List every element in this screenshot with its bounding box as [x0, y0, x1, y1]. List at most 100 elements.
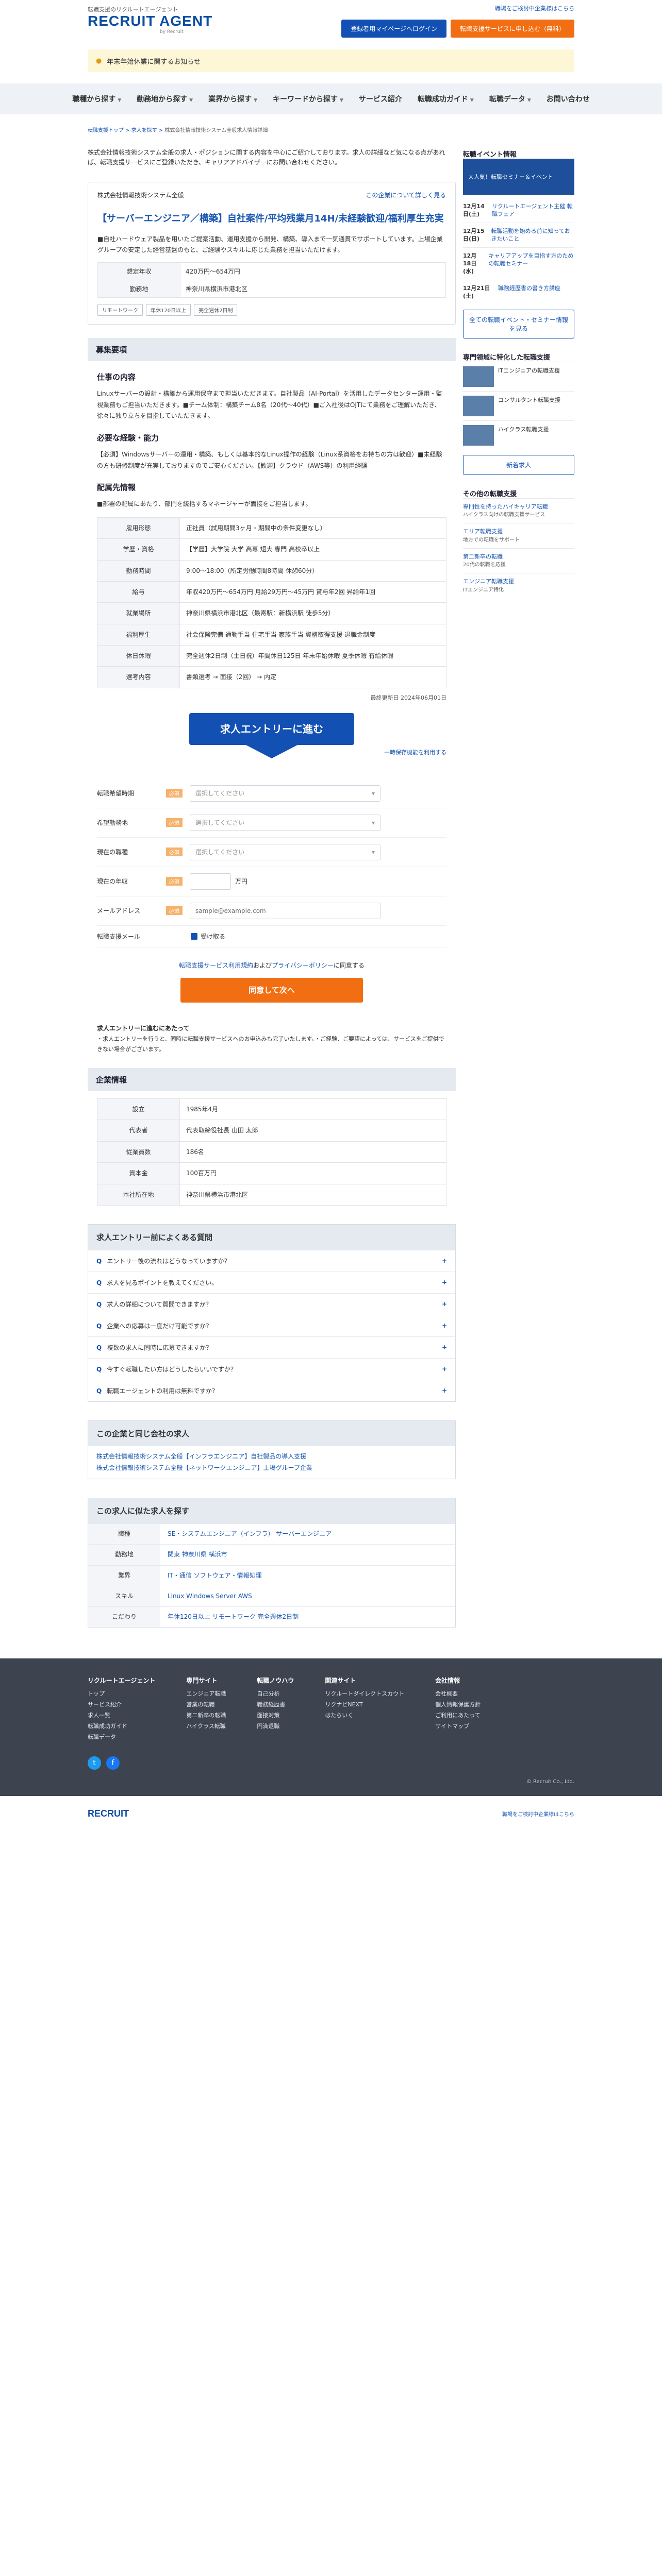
faq-item[interactable]: 今すぐ転職したい方はどうしたらいいですか？+: [88, 1358, 455, 1380]
table-row: 設立 1985年4月: [97, 1098, 446, 1121]
agree-text: 転職支援サービス利用規約およびプライバシーポリシーに同意する: [179, 961, 365, 969]
table-row: 休日休暇 完全週休2日制（土日祝）年間休日125日 年末年始休暇 夏季休暇 有給休…: [97, 645, 446, 667]
faq-item[interactable]: 転職エージェントの利用は無料ですか？+: [88, 1379, 455, 1401]
list-item[interactable]: 株式会社情報技術システム全般【インフラエンジニア】自社製品の導入支援: [96, 1453, 306, 1460]
nav-item[interactable]: 業界から探す ▼: [208, 94, 257, 104]
event-item[interactable]: 12月15日(日) 転職活動を始める前に知っておきたいこと: [463, 222, 574, 247]
list-item[interactable]: 株式会社情報技術システム全般【ネットワークエンジニア】上場グループ企業: [96, 1464, 312, 1471]
intro-text: 株式会社情報技術システム全般の求人・ポジションに関する内容を中心にご紹介しており…: [88, 149, 445, 166]
event-item[interactable]: 12月14日(土) リクルートエージェント主催 転職フェア: [463, 198, 574, 223]
event-heading: 転職イベント情報: [463, 151, 517, 159]
privacy-link[interactable]: プライバシーポリシー: [272, 962, 334, 969]
notice-text: 年末年始休業に関するお知らせ: [107, 58, 201, 66]
table-row: 選考内容 書類選考 → 面接（2回） → 内定: [97, 666, 446, 688]
list-item[interactable]: エリア転職支援 地方での転職をサポート: [463, 523, 574, 548]
job-summary-box: 株式会社情報技術システム全般 この企業について詳しく見る 【サーバーエンジニア／…: [88, 182, 456, 325]
event-item[interactable]: 12月18日(水) キャリアアップを目指す方のための転職セミナー: [463, 247, 574, 280]
plus-icon: +: [441, 1300, 447, 1308]
faq-item[interactable]: 企業への応募は一度だけ可能ですか？+: [88, 1314, 455, 1336]
entry-form: 転職希望時期 必須 選択してください ▾ 希望勤務地 必須 選択してください ▾ 現在の職種…: [97, 779, 446, 947]
site-logo[interactable]: RECRUIT AGENT: [88, 13, 212, 29]
agree-next-button[interactable]: 同意して次へ: [180, 977, 363, 1003]
new-jobs-button[interactable]: 新着求人: [463, 454, 574, 475]
list-item[interactable]: 専門性を持ったハイキャリア転職 ハイクラス向けの転職支援サービス: [463, 498, 574, 523]
table-row: 就業場所 神奈川県横浜市港北区（最寄駅：新横浜駅 徒歩5分）: [97, 602, 446, 624]
list-item[interactable]: 第二新卒の転職 20代の転職を応援: [463, 548, 574, 573]
table-row: 資本金 100百万円: [97, 1162, 446, 1184]
event-item[interactable]: 12月21日(土) 職務経歴書の書き方講座: [463, 279, 574, 304]
email-field[interactable]: [190, 902, 380, 919]
sub-heading: 必要な経験・能力: [97, 433, 159, 443]
bell-icon: ●: [96, 57, 102, 65]
faq-item[interactable]: 求人を見るポイントを教えてください。+: [88, 1271, 455, 1293]
social-links: t f: [88, 1756, 574, 1770]
detail-lead: ■部署の配属にあたり、部門を統括するマネージャーが面接をご担当します。: [97, 500, 312, 508]
feature-card[interactable]: ITエンジニアの転職支援: [463, 361, 574, 391]
site-header: 転職支援のリクルートエージェント RECRUIT AGENT by Recrui…: [0, 0, 662, 40]
chevron-down-icon: ▼: [118, 98, 122, 103]
form-row: 転職支援メール 受け取る: [97, 926, 446, 947]
notes: 求人エントリーに進むにあたって ・求人エントリーを行うと、同時に転職支援サービス…: [97, 1024, 444, 1053]
table-row: スキル Linux Windows Server AWS: [88, 1585, 455, 1607]
bottom-logo[interactable]: RECRUIT: [88, 1808, 129, 1819]
facebook-icon[interactable]: f: [106, 1756, 120, 1770]
breadcrumb-link[interactable]: 転職支援トップ: [88, 128, 124, 133]
job-select[interactable]: 選択してください ▾: [190, 843, 380, 860]
related-box: この求人に似た求人を探す 職種 SE・システムエンジニア（インフラ） サーバーエン…: [88, 1498, 456, 1628]
terms-link[interactable]: 転職支援サービス利用規約: [179, 962, 253, 969]
chevron-down-icon: ▼: [254, 98, 257, 103]
all-events-button[interactable]: 全ての転職イベント・セミナー情報を見る: [463, 309, 574, 338]
brand: 転職支援のリクルートエージェント RECRUIT AGENT by Recrui…: [88, 0, 212, 35]
feature-card[interactable]: ハイクラス転職支援: [463, 420, 574, 450]
login-button[interactable]: 登録者用マイページへログイン: [341, 20, 446, 38]
same-company-box: この企業と同じ会社の求人 株式会社情報技術システム全般【インフラエンジニア】自社…: [88, 1420, 456, 1480]
thumbnail: [463, 395, 494, 416]
table-row: 福利厚生 社会保険完備 通勤手当 住宅手当 家族手当 資格取得支援 退職金制度: [97, 623, 446, 646]
breadcrumb-link[interactable]: 求人を探す: [131, 128, 157, 133]
company-detail-link[interactable]: この企業について詳しく見る: [366, 191, 446, 199]
table-row: 職種 SE・システムエンジニア（インフラ） サーバーエンジニア: [88, 1523, 455, 1545]
sidebar: 転職イベント情報 大人気！転職セミナー＆イベント 12月14日(土) リクルートエ…: [463, 148, 574, 1628]
form-row: 希望勤務地 必須 選択してください ▾: [97, 808, 446, 838]
faq-item[interactable]: 求人の詳細について質問できますか？+: [88, 1293, 455, 1315]
feature-card[interactable]: コンサルタント転職支援: [463, 391, 574, 420]
job-lead: ■自社ハードウェア製品を用いたご提案活動、運用支援から開発、構築、導入まで一気通…: [97, 235, 443, 253]
nav-item[interactable]: 職種から探す ▼: [72, 94, 121, 104]
notice-bar[interactable]: ● 年末年始休業に関するお知らせ: [88, 49, 574, 72]
table-row: 業界 IT・通信 ソフトウェア・情報処理: [88, 1565, 455, 1586]
register-button[interactable]: 転職支援サービスに申し込む（無料）: [450, 20, 574, 38]
form-row: 現在の職種 必須 選択してください ▾: [97, 838, 446, 867]
company-table: 設立 1985年4月 代表者 代表取締役社長 山田 太郎 従業員数 186名 資本金 1…: [97, 1098, 446, 1206]
updated-date: 最終更新日 2024年06月01日: [370, 694, 446, 701]
table-row: 勤務時間 9:00〜18:00（所定労働時間8時間 休憩60分）: [97, 560, 446, 582]
event-banner[interactable]: 大人気！転職セミナー＆イベント: [463, 159, 574, 195]
faq-item[interactable]: 複数の求人に同時に応募できますか？+: [88, 1336, 455, 1358]
nav-item[interactable]: 転職成功ガイド ▼: [418, 94, 474, 104]
logo-sub: by Recruit: [160, 29, 184, 35]
mail-checkbox[interactable]: [191, 933, 197, 940]
chevron-down-icon: ▼: [527, 98, 531, 103]
twitter-icon[interactable]: t: [88, 1756, 101, 1770]
tag-chip: リモートワーク: [97, 304, 143, 316]
location-select[interactable]: 選択してください ▾: [190, 814, 380, 831]
bottom-bar: RECRUIT 職場をご検討中企業様はこちら: [0, 1796, 662, 1832]
sub-heading: 配属先情報: [97, 483, 136, 493]
table-row: 従業員数 186名: [97, 1141, 446, 1163]
table-row: 代表者 代表取締役社長 山田 太郎: [97, 1120, 446, 1142]
nav-item[interactable]: 転職データ ▼: [489, 94, 531, 104]
nav-item[interactable]: お問い合わせ: [547, 94, 590, 104]
timing-select[interactable]: 選択してください ▾: [190, 785, 380, 802]
nav-item[interactable]: キーワードから探す ▼: [273, 94, 343, 104]
list-item[interactable]: エンジニア転職支援 ITエンジニア特化: [463, 573, 574, 598]
salary-input[interactable]: [190, 873, 231, 890]
main-content: 株式会社情報技術システム全般の求人・ポジションに関する内容を中心にご紹介しており…: [88, 148, 456, 1628]
site-footer: リクルートエージェント トップ サービス紹介 求人一覧 転職成功ガイド 転職データ 専門サ…: [0, 1658, 662, 1796]
nav-item[interactable]: サービス紹介: [359, 94, 402, 104]
plus-icon: +: [441, 1344, 447, 1351]
table-row: こだわり 年休120日以上 リモートワーク 完全週休2日制: [88, 1606, 455, 1628]
corporate-link[interactable]: 職場をご検討中企業様はこちら: [502, 1810, 574, 1818]
corporate-link[interactable]: 職場をご検討中企業様はこちら: [495, 5, 574, 12]
faq-item[interactable]: エントリー後の流れはどうなっていますか？+: [88, 1249, 455, 1272]
nav-item[interactable]: 勤務地から探す ▼: [137, 94, 193, 104]
entry-big-button[interactable]: 求人エントリーに進む: [189, 713, 354, 758]
